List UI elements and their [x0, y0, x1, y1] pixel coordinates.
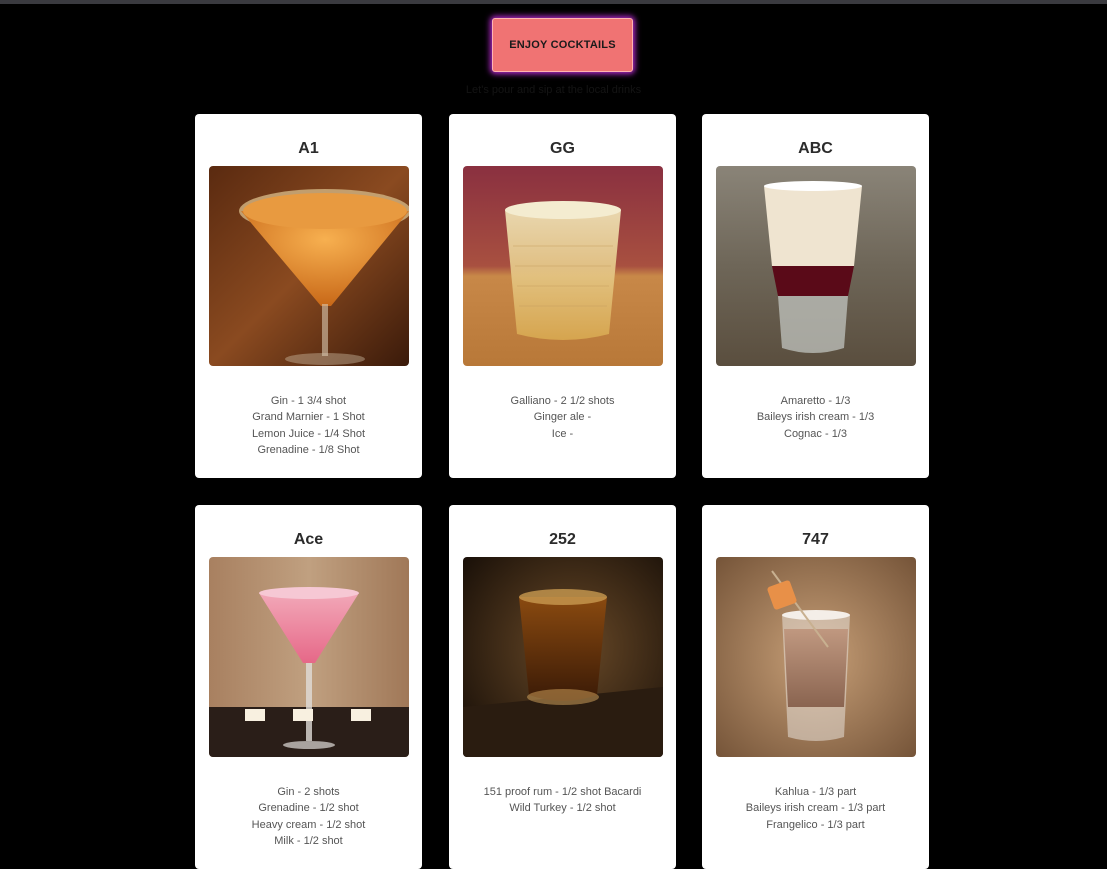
cocktail-name: 252 — [549, 531, 576, 548]
ingredient: Cognac - 1/3 — [784, 427, 847, 440]
cocktail-card[interactable]: 252 151 proof rum - 1/2 shot Bacardi Wil… — [449, 505, 676, 869]
ingredient: Heavy cream - 1/2 shot — [251, 818, 366, 831]
cocktail-name: Ace — [293, 531, 324, 548]
page-subtitle: Let's pour and sip at the local drinks — [465, 84, 642, 96]
ingredient: Lemon Juice - 1/4 Shot — [251, 427, 366, 440]
cocktail-card[interactable]: A1 Gin - 1 3/4 shot Grand Marnier - 1 Sh… — [195, 114, 422, 478]
ingredient: Baileys irish cream - 1/3 part — [745, 802, 886, 815]
cocktail-name: 747 — [802, 531, 829, 548]
cocktail-photo — [463, 166, 663, 366]
ingredient: Wild Turkey - 1/2 shot — [509, 802, 616, 815]
ingredient: Kahlua - 1/3 part — [774, 786, 857, 798]
ingredient: Baileys irish cream - 1/3 — [756, 411, 875, 424]
ingredients-list: Gin - 2 shots Grenadine - 1/2 shot Heavy… — [195, 784, 422, 850]
ingredient: Ginger ale - — [533, 411, 592, 424]
enjoy-cocktails-button[interactable]: ENJOY COCKTAILS — [492, 18, 633, 72]
ingredient: Gin - 1 3/4 shot — [270, 395, 347, 407]
ingredient: Grand Marnier - 1 Shot — [252, 411, 365, 424]
ingredients-list: Galliano - 2 1/2 shots Ginger ale - Ice … — [449, 393, 676, 442]
ingredient: Amaretto - 1/3 — [780, 395, 851, 407]
cocktail-card[interactable]: ABC Amaretto - 1/3 Baileys irish cream -… — [702, 114, 929, 478]
cocktail-name: A1 — [298, 140, 319, 157]
ingredients-list: Kahlua - 1/3 part Baileys irish cream - … — [702, 784, 929, 833]
ingredients-list: Gin - 1 3/4 shot Grand Marnier - 1 Shot … — [195, 393, 422, 459]
ingredient: Gin - 2 shots — [277, 786, 340, 798]
cocktail-card[interactable]: Ace Gin - 2 shots Grenadine - 1/2 shot H… — [195, 505, 422, 869]
ingredient: Frangelico - 1/3 part — [766, 818, 865, 831]
ingredient: Ice - — [551, 427, 574, 440]
ingredients-list: Amaretto - 1/3 Baileys irish cream - 1/3… — [702, 393, 929, 442]
ingredient: Grenadine - 1/8 Shot — [257, 444, 360, 457]
cocktail-card[interactable]: 747 Kahlua - 1/3 part Baileys irish crea… — [702, 505, 929, 869]
ingredient: Galliano - 2 1/2 shots — [510, 395, 615, 407]
ingredient: Milk - 1/2 shot — [274, 835, 343, 848]
cocktail-name: ABC — [798, 140, 833, 157]
cocktail-photo — [716, 166, 916, 366]
ingredient: 151 proof rum - 1/2 shot Bacardi — [483, 786, 642, 798]
cocktail-photo — [209, 557, 409, 757]
cocktail-photo — [463, 557, 663, 757]
ingredient: Grenadine - 1/2 shot — [258, 802, 359, 815]
cocktail-photo — [209, 166, 409, 366]
cocktail-photo — [716, 557, 916, 757]
cocktail-name: GG — [550, 140, 575, 157]
cocktail-card[interactable]: GG Galliano - 2 1/2 shots Ginger ale - I… — [449, 114, 676, 478]
top-bar — [0, 0, 1107, 4]
ingredients-list: 151 proof rum - 1/2 shot Bacardi Wild Tu… — [449, 784, 676, 817]
